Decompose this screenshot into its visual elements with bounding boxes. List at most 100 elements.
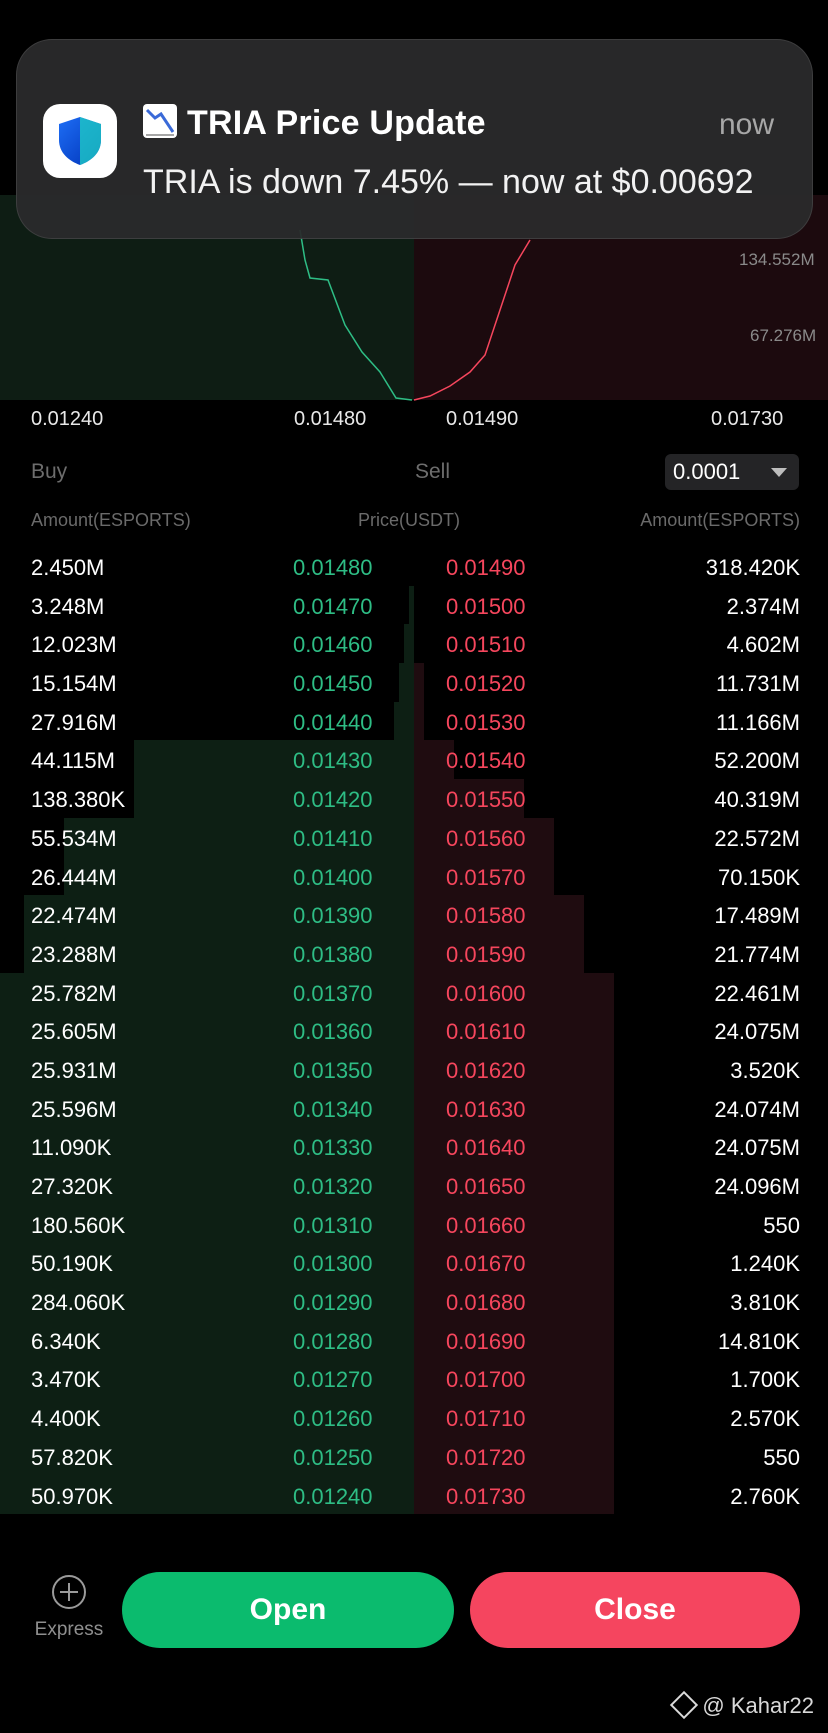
plus-circle-icon	[52, 1575, 86, 1609]
bid-price: 0.01310	[293, 1212, 373, 1238]
bid-price: 0.01370	[293, 980, 373, 1006]
tick-size-value: 0.0001	[673, 459, 741, 484]
bid-price: 0.01320	[293, 1174, 373, 1199]
ask-depth-bar	[414, 663, 424, 702]
bid-amount: 27.320K	[31, 1174, 113, 1199]
orderbook-row[interactable]: 57.820K 0.01250 0.01720 550	[0, 1436, 828, 1476]
bid-price: 0.01300	[293, 1251, 373, 1277]
ask-price: 0.01660	[446, 1212, 526, 1238]
orderbook-row[interactable]: 25.605M 0.01360 0.01610 24.075M	[0, 1011, 828, 1050]
orderbook-row[interactable]: 6.340K 0.01280 0.01690 14.810K	[0, 1320, 828, 1360]
ask-price: 0.01610	[446, 1019, 526, 1045]
depth-x-label: 0.01480	[294, 408, 367, 430]
ask-price: 0.01720	[446, 1444, 526, 1470]
ask-amount: 2.374M	[726, 593, 800, 619]
bid-amount: 2.450M	[31, 555, 105, 580]
close-button[interactable]: Close	[470, 1572, 800, 1648]
ask-price: 0.01530	[446, 709, 526, 735]
ask-price: 0.01550	[446, 787, 526, 813]
bid-amount: 25.596M	[31, 1096, 117, 1122]
ask-depth-bar	[414, 701, 424, 741]
ask-amount: 2.760K	[730, 1483, 800, 1509]
ask-amount: 11.731M	[716, 671, 800, 697]
open-button[interactable]: Open	[122, 1572, 454, 1648]
orderbook-row[interactable]: 2.450M 0.01480 0.01490 318.420K	[0, 547, 828, 586]
orderbook-row[interactable]: 11.090K 0.01330 0.01640 24.075M	[0, 1127, 828, 1166]
ask-price: 0.01540	[446, 748, 526, 774]
bid-price: 0.01400	[293, 864, 373, 890]
express-button[interactable]: Express	[26, 1575, 112, 1641]
orderbook-row[interactable]: 25.931M 0.01350 0.01620 3.520K	[0, 1049, 828, 1089]
bid-price: 0.01390	[293, 903, 373, 929]
ask-price: 0.01510	[446, 632, 526, 658]
ask-amount: 2.570K	[730, 1406, 800, 1432]
bid-amount: 3.248M	[31, 593, 105, 619]
orderbook-row[interactable]: 138.380K 0.01420 0.01550 40.319M	[0, 779, 828, 818]
depth-y-label: 134.552M	[739, 250, 815, 269]
orderbook-row[interactable]: 3.248M 0.01470 0.01500 2.374M	[0, 585, 828, 625]
orderbook-row[interactable]: 3.470K 0.01270 0.01700 1.700K	[0, 1359, 828, 1399]
bid-amount: 3.470K	[31, 1367, 101, 1393]
orderbook-row[interactable]: 284.060K 0.01290 0.01680 3.810K	[0, 1282, 828, 1321]
notification-title: TRIA Price Update	[187, 104, 486, 142]
depth-x-label: 0.01730	[711, 408, 784, 430]
orderbook-row[interactable]: 50.970K 0.01240 0.01730 2.760K	[0, 1475, 828, 1515]
orderbook-row[interactable]: 15.154M 0.01450 0.01520 11.731M	[0, 663, 828, 702]
orderbook-row[interactable]: 23.288M 0.01380 0.01590 21.774M	[0, 933, 828, 973]
notification-time: now	[718, 108, 774, 141]
orderbook-row[interactable]: 12.023M 0.01460 0.01510 4.602M	[0, 624, 828, 664]
ask-amount: 24.074M	[714, 1096, 800, 1122]
bid-amount: 12.023M	[31, 632, 117, 658]
app-icon	[43, 104, 117, 178]
orderbook-row[interactable]: 44.115M 0.01430 0.01540 52.200M	[0, 740, 828, 780]
orderbook-row[interactable]: 50.190K 0.01300 0.01670 1.240K	[0, 1243, 828, 1283]
bid-price: 0.01240	[293, 1483, 373, 1509]
bid-amount: 25.782M	[31, 980, 117, 1006]
bid-amount: 22.474M	[31, 903, 117, 929]
notification-body: TRIA is down 7.45% — now at $0.00692	[143, 163, 754, 201]
bid-amount: 50.190K	[31, 1251, 113, 1277]
bid-price: 0.01260	[293, 1406, 373, 1432]
orderbook-row[interactable]: 27.916M 0.01440 0.01530 11.166M	[0, 701, 828, 741]
col-header-ask-amount: Amount(ESPORTS)	[640, 510, 800, 530]
orderbook-row[interactable]: 180.560K 0.01310 0.01660 550	[0, 1204, 828, 1244]
bid-price: 0.01440	[293, 709, 373, 735]
express-label: Express	[34, 1619, 104, 1640]
bid-amount: 138.380K	[31, 787, 126, 813]
ask-amount: 22.572M	[714, 825, 800, 851]
bid-price: 0.01350	[293, 1057, 373, 1083]
orderbook-row[interactable]: 25.596M 0.01340 0.01630 24.074M	[0, 1088, 828, 1128]
tab-sell[interactable]: Sell	[415, 460, 450, 484]
bid-amount: 180.560K	[31, 1212, 126, 1238]
ask-price: 0.01520	[446, 671, 526, 697]
ask-amount: 14.810K	[718, 1328, 800, 1354]
bid-depth-bar	[399, 663, 414, 702]
ask-price: 0.01620	[446, 1057, 526, 1083]
bid-price: 0.01290	[293, 1290, 373, 1316]
ask-amount: 22.461M	[714, 980, 800, 1006]
ask-amount: 40.319M	[714, 787, 800, 813]
tab-buy[interactable]: Buy	[31, 460, 67, 484]
bid-amount: 284.060K	[31, 1290, 126, 1316]
orderbook-row[interactable]: 27.320K 0.01320 0.01650 24.096M	[0, 1166, 828, 1205]
bid-price: 0.01480	[293, 555, 373, 580]
orderbook-row[interactable]: 25.782M 0.01370 0.01600 22.461M	[0, 972, 828, 1012]
ask-price: 0.01580	[446, 903, 526, 929]
ask-price: 0.01600	[446, 980, 526, 1006]
ask-amount: 70.150K	[718, 864, 800, 890]
ask-amount: 24.096M	[714, 1174, 800, 1199]
ask-price: 0.01560	[446, 825, 526, 851]
ask-amount: 4.602M	[726, 632, 800, 658]
bid-price: 0.01470	[293, 593, 373, 619]
bid-amount: 25.931M	[31, 1057, 117, 1083]
ask-amount: 550	[763, 1212, 800, 1238]
tick-size-select[interactable]: 0.0001	[665, 454, 799, 490]
ask-amount: 24.075M	[714, 1135, 800, 1161]
orderbook-row[interactable]: 55.534M 0.01410 0.01560 22.572M	[0, 817, 828, 857]
push-notification[interactable]: TRIA Price Update now TRIA is down 7.45%…	[16, 39, 813, 239]
ask-price: 0.01640	[446, 1135, 526, 1161]
orderbook-row[interactable]: 22.474M 0.01390 0.01580 17.489M	[0, 895, 828, 934]
orderbook-row[interactable]: 4.400K 0.01260 0.01710 2.570K	[0, 1398, 828, 1437]
ask-amount: 3.520K	[730, 1057, 800, 1083]
orderbook-row[interactable]: 26.444M 0.01400 0.01570 70.150K	[0, 856, 828, 896]
